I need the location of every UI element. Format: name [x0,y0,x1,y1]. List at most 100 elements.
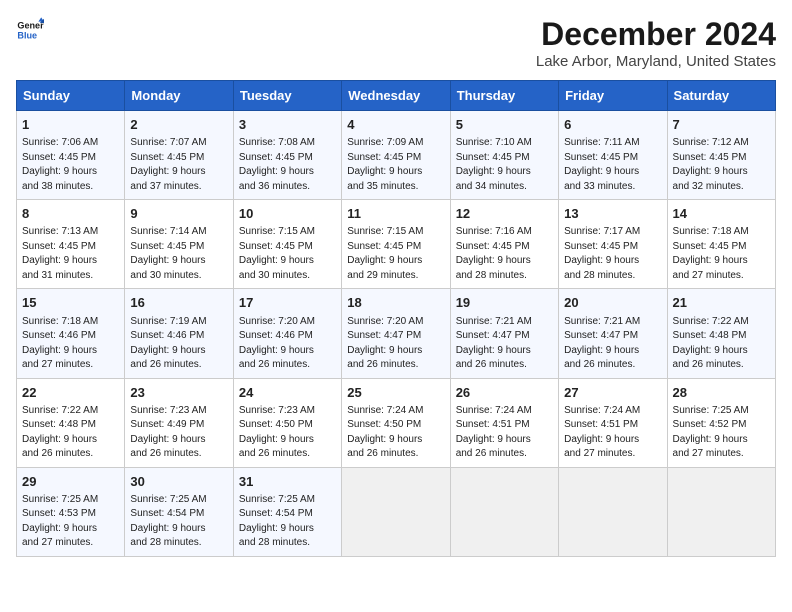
month-title: December 2024 [536,16,776,53]
calendar-cell [342,467,450,556]
cell-info: Sunrise: 7:19 AM Sunset: 4:46 PM Dayligh… [130,315,227,373]
cell-info: Sunrise: 7:06 AM Sunset: 4:45 PM Dayligh… [22,136,119,194]
day-number: 3 [239,116,336,134]
day-number: 9 [130,205,227,223]
calendar-cell: 5 Sunrise: 7:10 AM Sunset: 4:45 PM Daylig… [450,111,558,200]
day-number: 2 [130,116,227,134]
calendar-cell: 20 Sunrise: 7:21 AM Sunset: 4:47 PM Dayli… [559,289,667,378]
day-number: 12 [456,205,553,223]
cell-info: Sunrise: 7:13 AM Sunset: 4:45 PM Dayligh… [22,225,119,283]
weekday-header-friday: Friday [559,81,667,111]
day-number: 27 [564,384,661,402]
day-number: 1 [22,116,119,134]
day-number: 23 [130,384,227,402]
calendar-week-row: 15 Sunrise: 7:18 AM Sunset: 4:46 PM Dayli… [17,289,776,378]
day-number: 11 [347,205,444,223]
cell-info: Sunrise: 7:25 AM Sunset: 4:53 PM Dayligh… [22,493,119,551]
calendar-cell [450,467,558,556]
calendar-cell: 13Sunrise: 7:17 AM Sunset: 4:45 PM Dayli… [559,200,667,289]
day-number: 15 [22,294,119,312]
svg-text:Blue: Blue [17,30,37,40]
calendar-cell: 16 Sunrise: 7:19 AM Sunset: 4:46 PM Dayli… [125,289,233,378]
day-number: 14 [673,205,770,223]
cell-info: Sunrise: 7:25 AM Sunset: 4:52 PM Dayligh… [673,404,770,462]
logo: General Blue [16,16,44,44]
weekday-header-tuesday: Tuesday [233,81,341,111]
day-number: 26 [456,384,553,402]
cell-info: Sunrise: 7:22 AM Sunset: 4:48 PM Dayligh… [22,404,119,462]
day-number: 20 [564,294,661,312]
cell-info: Sunrise: 7:21 AM Sunset: 4:47 PM Dayligh… [564,315,661,373]
calendar-cell: 12 Sunrise: 7:16 AM Sunset: 4:45 PM Dayli… [450,200,558,289]
day-number: 10 [239,205,336,223]
header: General Blue December 2024 Lake Arbor, M… [16,16,776,70]
calendar-body: 1 Sunrise: 7:06 AM Sunset: 4:45 PM Daylig… [17,111,776,557]
cell-info: Sunrise: 7:16 AM Sunset: 4:45 PM Dayligh… [456,225,553,283]
cell-info: Sunrise: 7:22 AM Sunset: 4:48 PM Dayligh… [673,315,770,373]
day-number: 7 [673,116,770,134]
calendar-week-row: 8 Sunrise: 7:13 AM Sunset: 4:45 PM Daylig… [17,200,776,289]
calendar-cell: 25 Sunrise: 7:24 AM Sunset: 4:50 PM Dayli… [342,378,450,467]
calendar-cell: 9 Sunrise: 7:14 AM Sunset: 4:45 PM Daylig… [125,200,233,289]
title-area: December 2024 Lake Arbor, Maryland, Unit… [536,16,776,70]
cell-info: Sunrise: 7:12 AM Sunset: 4:45 PM Dayligh… [673,136,770,194]
cell-info: Sunrise: 7:15 AM Sunset: 4:45 PM Dayligh… [347,225,444,283]
calendar-cell: 23Sunrise: 7:23 AM Sunset: 4:49 PM Dayli… [125,378,233,467]
day-number: 8 [22,205,119,223]
calendar-cell: 10 Sunrise: 7:15 AM Sunset: 4:45 PM Dayli… [233,200,341,289]
calendar-cell: 22 Sunrise: 7:22 AM Sunset: 4:48 PM Dayli… [17,378,125,467]
calendar-cell: 24Sunrise: 7:23 AM Sunset: 4:50 PM Dayli… [233,378,341,467]
cell-info: Sunrise: 7:24 AM Sunset: 4:51 PM Dayligh… [456,404,553,462]
calendar-cell: 4 Sunrise: 7:09 AM Sunset: 4:45 PM Daylig… [342,111,450,200]
day-number: 25 [347,384,444,402]
cell-info: Sunrise: 7:08 AM Sunset: 4:45 PM Dayligh… [239,136,336,194]
cell-info: Sunrise: 7:24 AM Sunset: 4:50 PM Dayligh… [347,404,444,462]
weekday-header-wednesday: Wednesday [342,81,450,111]
cell-info: Sunrise: 7:10 AM Sunset: 4:45 PM Dayligh… [456,136,553,194]
day-number: 28 [673,384,770,402]
weekday-header-monday: Monday [125,81,233,111]
calendar-cell: 3 Sunrise: 7:08 AM Sunset: 4:45 PM Daylig… [233,111,341,200]
day-number: 5 [456,116,553,134]
day-number: 18 [347,294,444,312]
cell-info: Sunrise: 7:17 AM Sunset: 4:45 PM Dayligh… [564,225,661,283]
logo-icon: General Blue [16,16,44,44]
weekday-header-thursday: Thursday [450,81,558,111]
day-number: 22 [22,384,119,402]
calendar-cell: 1 Sunrise: 7:06 AM Sunset: 4:45 PM Daylig… [17,111,125,200]
cell-info: Sunrise: 7:07 AM Sunset: 4:45 PM Dayligh… [130,136,227,194]
day-number: 29 [22,473,119,491]
calendar-cell: 30 Sunrise: 7:25 AM Sunset: 4:54 PM Dayli… [125,467,233,556]
calendar-cell: 19 Sunrise: 7:21 AM Sunset: 4:47 PM Dayli… [450,289,558,378]
day-number: 21 [673,294,770,312]
cell-info: Sunrise: 7:23 AM Sunset: 4:50 PM Dayligh… [239,404,336,462]
day-number: 4 [347,116,444,134]
calendar-cell: 18Sunrise: 7:20 AM Sunset: 4:47 PM Dayli… [342,289,450,378]
location-subtitle: Lake Arbor, Maryland, United States [536,53,776,70]
calendar-cell [559,467,667,556]
day-number: 17 [239,294,336,312]
day-number: 19 [456,294,553,312]
calendar-cell: 14Sunrise: 7:18 AM Sunset: 4:45 PM Dayli… [667,200,775,289]
calendar-cell: 28 Sunrise: 7:25 AM Sunset: 4:52 PM Dayli… [667,378,775,467]
calendar-cell: 11 Sunrise: 7:15 AM Sunset: 4:45 PM Dayli… [342,200,450,289]
calendar-cell: 27Sunrise: 7:24 AM Sunset: 4:51 PM Dayli… [559,378,667,467]
cell-info: Sunrise: 7:20 AM Sunset: 4:46 PM Dayligh… [239,315,336,373]
svg-text:General: General [17,21,44,31]
calendar-cell: 7 Sunrise: 7:12 AM Sunset: 4:45 PM Daylig… [667,111,775,200]
calendar-cell: 21 Sunrise: 7:22 AM Sunset: 4:48 PM Dayli… [667,289,775,378]
cell-info: Sunrise: 7:18 AM Sunset: 4:46 PM Dayligh… [22,315,119,373]
day-number: 31 [239,473,336,491]
cell-info: Sunrise: 7:25 AM Sunset: 4:54 PM Dayligh… [130,493,227,551]
cell-info: Sunrise: 7:09 AM Sunset: 4:45 PM Dayligh… [347,136,444,194]
calendar-cell: 31Sunrise: 7:25 AM Sunset: 4:54 PM Dayli… [233,467,341,556]
cell-info: Sunrise: 7:15 AM Sunset: 4:45 PM Dayligh… [239,225,336,283]
day-number: 30 [130,473,227,491]
cell-info: Sunrise: 7:21 AM Sunset: 4:47 PM Dayligh… [456,315,553,373]
cell-info: Sunrise: 7:14 AM Sunset: 4:45 PM Dayligh… [130,225,227,283]
day-number: 6 [564,116,661,134]
calendar-cell: 8 Sunrise: 7:13 AM Sunset: 4:45 PM Daylig… [17,200,125,289]
calendar-table: SundayMondayTuesdayWednesdayThursdayFrid… [16,80,776,557]
day-number: 16 [130,294,227,312]
calendar-cell: 2 Sunrise: 7:07 AM Sunset: 4:45 PM Daylig… [125,111,233,200]
